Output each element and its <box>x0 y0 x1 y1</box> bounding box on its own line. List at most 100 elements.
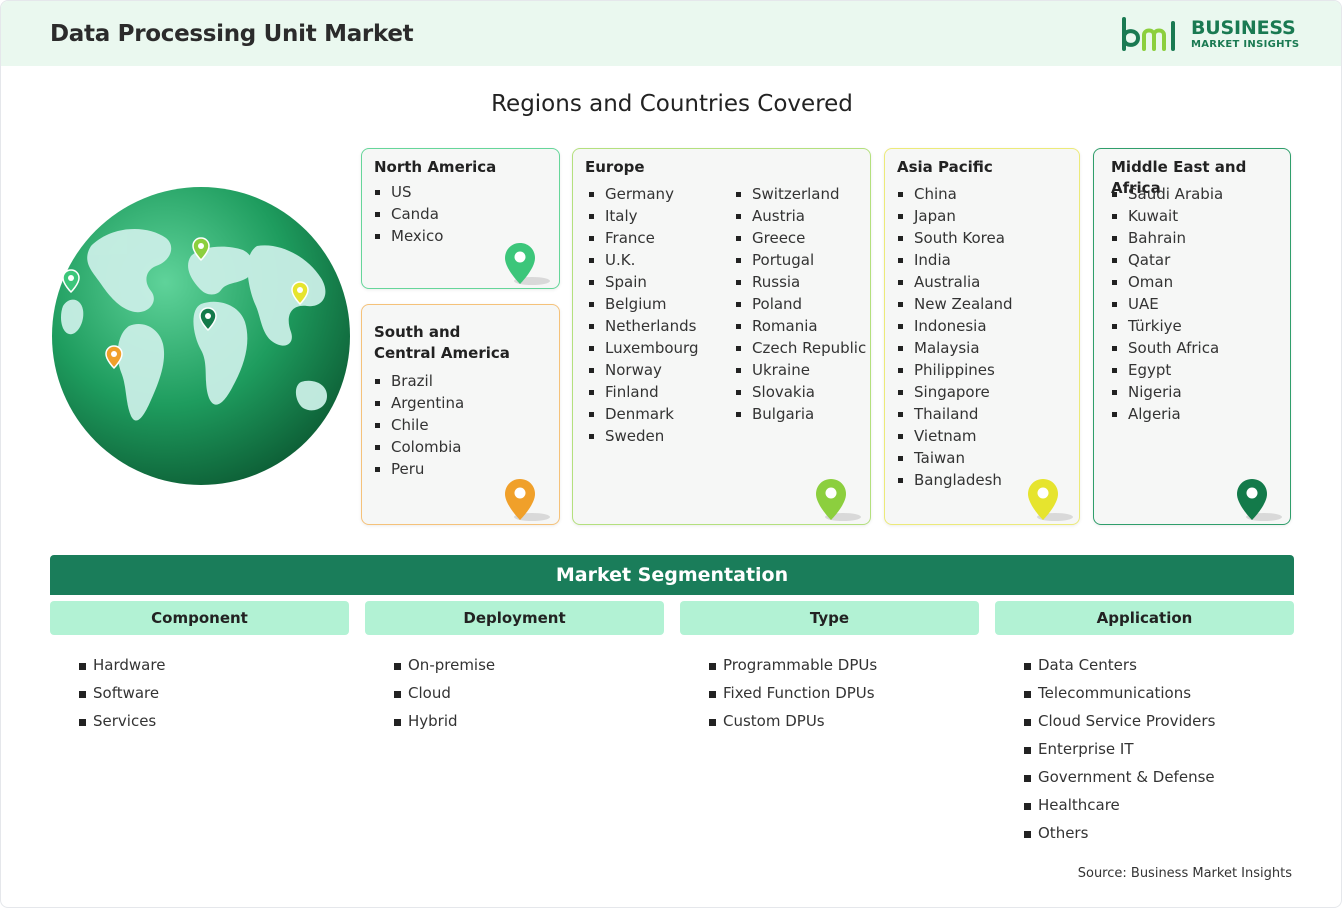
source-note: Source: Business Market Insights <box>1077 866 1292 881</box>
list-item: Bahrain <box>1111 227 1223 249</box>
logo-text-market-insights: MARKET INSIGHTS <box>1191 39 1300 50</box>
segment-list-application: Data Centers Telecommunications Cloud Se… <box>1024 651 1215 847</box>
list-item: Qatar <box>1111 249 1223 271</box>
list-item: Bulgaria <box>735 403 866 425</box>
list-item: Romania <box>735 315 866 337</box>
country-list-column-1: Germany Italy France U.K. Spain Belgium … <box>588 183 699 447</box>
list-item: Brazil <box>374 370 464 392</box>
globe-icon <box>52 187 350 485</box>
segment-header-component: Component <box>50 601 349 635</box>
list-item: Czech Republic <box>735 337 866 359</box>
map-pin-icon <box>505 243 550 285</box>
country-list: US Canda Mexico <box>374 181 443 247</box>
logo-text-business: BUSINESS <box>1191 17 1296 39</box>
list-item: Norway <box>588 359 699 381</box>
list-item: Chile <box>374 414 464 436</box>
list-item: Malaysia <box>897 337 1013 359</box>
list-item: Indonesia <box>897 315 1013 337</box>
list-item: Mexico <box>374 225 443 247</box>
segment-header-application: Application <box>995 601 1294 635</box>
list-item: Greece <box>735 227 866 249</box>
list-item: Colombia <box>374 436 464 458</box>
list-item: Sweden <box>588 425 699 447</box>
infographic: Data Processing Unit Market BUSINESS MAR… <box>0 0 1342 908</box>
list-item: Hardware <box>79 651 165 679</box>
list-item: Australia <box>897 271 1013 293</box>
list-item: Spain <box>588 271 699 293</box>
list-item: South Africa <box>1111 337 1223 359</box>
list-item: Enterprise IT <box>1024 735 1215 763</box>
segment-list-component: Hardware Software Services <box>79 651 165 735</box>
header-bar: Data Processing Unit Market BUSINESS MAR… <box>1 1 1341 66</box>
region-title: South and Central America <box>374 322 510 364</box>
region-title-line: Central America <box>374 344 510 362</box>
country-list: Brazil Argentina Chile Colombia Peru <box>374 370 464 480</box>
list-item: Peru <box>374 458 464 480</box>
list-item: Russia <box>735 271 866 293</box>
region-title-line: South and <box>374 323 461 341</box>
bmi-logo-icon <box>1122 17 1175 51</box>
region-card-middle-east-africa: Middle East and Africa Saudi Arabia Kuwa… <box>1093 148 1291 525</box>
list-item: Custom DPUs <box>709 707 877 735</box>
list-item: Algeria <box>1111 403 1223 425</box>
list-item: Cloud Service Providers <box>1024 707 1215 735</box>
list-item: Fixed Function DPUs <box>709 679 877 707</box>
list-item: Taiwan <box>897 447 1013 469</box>
region-title: Asia Pacific <box>897 158 993 176</box>
list-item: Canda <box>374 203 443 225</box>
region-card-europe: Europe Germany Italy France U.K. Spain B… <box>572 148 871 525</box>
country-list: China Japan South Korea India Australia … <box>897 183 1013 491</box>
map-pin-icon <box>1237 479 1282 521</box>
list-item: Oman <box>1111 271 1223 293</box>
list-item: Switzerland <box>735 183 866 205</box>
list-item: U.K. <box>588 249 699 271</box>
list-item: UAE <box>1111 293 1223 315</box>
country-list-column-2: Switzerland Austria Greece Portugal Russ… <box>735 183 866 425</box>
list-item: Germany <box>588 183 699 205</box>
region-title: North America <box>374 158 497 176</box>
segment-header-deployment: Deployment <box>365 601 664 635</box>
list-item: Services <box>79 707 165 735</box>
list-item: Philippines <box>897 359 1013 381</box>
list-item: Vietnam <box>897 425 1013 447</box>
segmentation-banner: Market Segmentation <box>50 555 1294 595</box>
list-item: Netherlands <box>588 315 699 337</box>
list-item: Portugal <box>735 249 866 271</box>
list-item: Healthcare <box>1024 791 1215 819</box>
map-pin-icon <box>816 479 861 521</box>
region-title: Europe <box>585 158 645 176</box>
list-item: Argentina <box>374 392 464 414</box>
list-item: Egypt <box>1111 359 1223 381</box>
list-item: Data Centers <box>1024 651 1215 679</box>
list-item: Kuwait <box>1111 205 1223 227</box>
list-item: Bangladesh <box>897 469 1013 491</box>
list-item: Ukraine <box>735 359 866 381</box>
list-item: Thailand <box>897 403 1013 425</box>
list-item: Saudi Arabia <box>1111 183 1223 205</box>
region-card-north-america: North America US Canda Mexico <box>361 148 560 289</box>
list-item: Cloud <box>394 679 495 707</box>
list-item: Programmable DPUs <box>709 651 877 679</box>
list-item: Austria <box>735 205 866 227</box>
list-item: Singapore <box>897 381 1013 403</box>
list-item: Italy <box>588 205 699 227</box>
segment-header-type: Type <box>680 601 979 635</box>
list-item: Hybrid <box>394 707 495 735</box>
list-item: Luxembourg <box>588 337 699 359</box>
region-card-asia-pacific: Asia Pacific China Japan South Korea Ind… <box>884 148 1080 525</box>
list-item: Government & Defense <box>1024 763 1215 791</box>
map-pin-icon <box>505 479 550 521</box>
list-item: Software <box>79 679 165 707</box>
segment-list-type: Programmable DPUs Fixed Function DPUs Cu… <box>709 651 877 735</box>
bmi-logo: BUSINESS MARKET INSIGHTS <box>1121 15 1301 55</box>
list-item: Belgium <box>588 293 699 315</box>
segment-list-deployment: On-premise Cloud Hybrid <box>394 651 495 735</box>
list-item: Finland <box>588 381 699 403</box>
list-item: India <box>897 249 1013 271</box>
list-item: Telecommunications <box>1024 679 1215 707</box>
list-item: France <box>588 227 699 249</box>
map-pin-icon <box>1028 479 1073 521</box>
list-item: Poland <box>735 293 866 315</box>
list-item: US <box>374 181 443 203</box>
list-item: China <box>897 183 1013 205</box>
